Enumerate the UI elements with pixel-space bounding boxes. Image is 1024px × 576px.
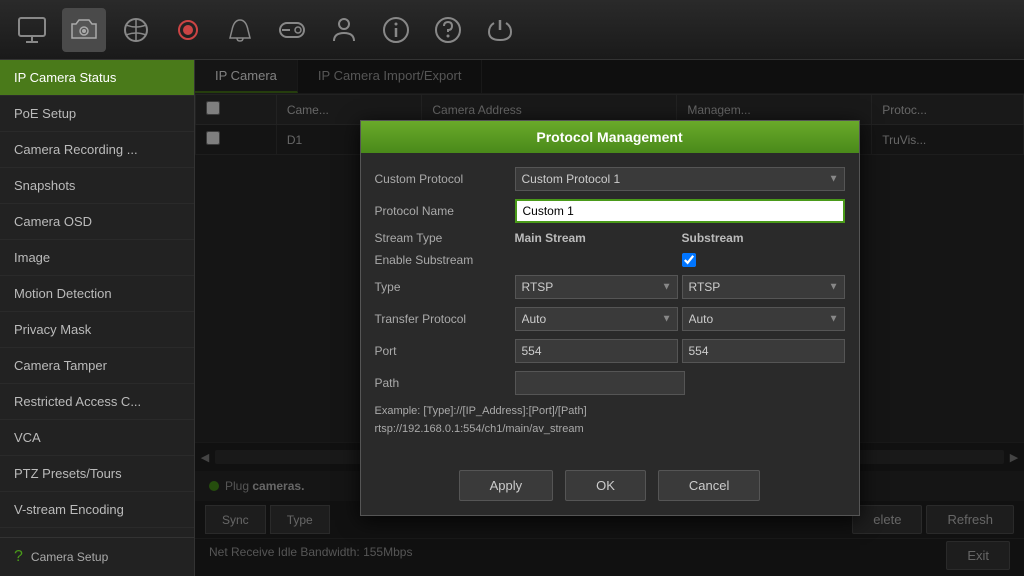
type-row: Type RTSP HTTP RTSP [375, 275, 845, 299]
custom-protocol-label: Custom Protocol [375, 172, 515, 186]
path-label: Path [375, 376, 515, 390]
content-area: IP Camera IP Camera Import/Export Came..… [195, 60, 1024, 576]
port-main-input[interactable] [515, 339, 678, 363]
example-text: Example: [Type]://[IP_Address]:[Port]/[P… [375, 403, 845, 438]
record-icon[interactable] [166, 8, 210, 52]
type-sub-select[interactable]: RTSP HTTP [682, 275, 845, 299]
transfer-protocol-label: Transfer Protocol [375, 312, 515, 326]
sidebar-item-restricted-access[interactable]: Restricted Access C... [0, 384, 194, 420]
custom-protocol-field: Custom Protocol 1 Custom Protocol 2 [515, 167, 845, 191]
alarm-icon[interactable] [218, 8, 262, 52]
sidebar-item-camera-recording[interactable]: Camera Recording ... [0, 132, 194, 168]
enable-substream-checkbox[interactable] [682, 253, 696, 267]
enable-substream-main-spacer [515, 253, 678, 267]
dialog-buttons: Apply OK Cancel [361, 460, 859, 515]
enable-substream-label: Enable Substream [375, 253, 515, 267]
protocol-management-dialog: Protocol Management Custom Protocol Cust… [360, 120, 860, 516]
transfer-main-select[interactable]: Auto TCP UDP [515, 307, 678, 331]
question-circle-icon: ? [14, 548, 23, 566]
person-icon[interactable] [322, 8, 366, 52]
sidebar-item-camera-tamper[interactable]: Camera Tamper [0, 348, 194, 384]
ok-button[interactable]: OK [565, 470, 646, 501]
port-sub-input[interactable] [682, 339, 845, 363]
enable-substream-checkbox-cell [678, 253, 845, 267]
top-toolbar [0, 0, 1024, 60]
sidebar-bottom: ? Camera Setup [0, 537, 194, 576]
substream-header: Substream [678, 231, 845, 245]
protocol-name-input[interactable] [515, 199, 845, 223]
sidebar-item-motion-detection[interactable]: Motion Detection [0, 276, 194, 312]
hdd-icon[interactable] [270, 8, 314, 52]
port-row: Port [375, 339, 845, 363]
path-row: Path [375, 371, 845, 395]
dialog-body: Custom Protocol Custom Protocol 1 Custom… [361, 153, 859, 460]
sidebar-item-ip-camera-status[interactable]: IP Camera Status [0, 60, 194, 96]
power-icon[interactable] [478, 8, 522, 52]
info-icon[interactable] [374, 8, 418, 52]
network-icon[interactable] [114, 8, 158, 52]
sidebar: IP Camera Status PoE Setup Camera Record… [0, 60, 195, 576]
question-icon[interactable] [426, 8, 470, 52]
sidebar-item-ptz-presets[interactable]: PTZ Presets/Tours [0, 456, 194, 492]
main-layout: IP Camera Status PoE Setup Camera Record… [0, 60, 1024, 576]
stream-type-row: Stream Type Main Stream Substream [375, 231, 845, 245]
stream-type-label: Stream Type [375, 231, 515, 245]
sidebar-item-camera-osd[interactable]: Camera OSD [0, 204, 194, 240]
sidebar-item-privacy-mask[interactable]: Privacy Mask [0, 312, 194, 348]
monitor-icon[interactable] [10, 8, 54, 52]
sidebar-item-vstream-encoding[interactable]: V-stream Encoding [0, 492, 194, 528]
sidebar-item-vca[interactable]: VCA [0, 420, 194, 456]
type-label: Type [375, 280, 515, 294]
transfer-protocol-row: Transfer Protocol Auto TCP UDP [375, 307, 845, 331]
main-stream-header: Main Stream [515, 231, 678, 245]
custom-protocol-row: Custom Protocol Custom Protocol 1 Custom… [375, 167, 845, 191]
sidebar-item-snapshots[interactable]: Snapshots [0, 168, 194, 204]
custom-protocol-select[interactable]: Custom Protocol 1 Custom Protocol 2 [515, 167, 845, 191]
port-label: Port [375, 344, 515, 358]
protocol-name-label: Protocol Name [375, 204, 515, 218]
type-main-select[interactable]: RTSP HTTP [515, 275, 678, 299]
apply-button[interactable]: Apply [459, 470, 554, 501]
path-main-input[interactable] [515, 371, 685, 395]
dialog-overlay: Protocol Management Custom Protocol Cust… [195, 60, 1024, 576]
enable-substream-row: Enable Substream [375, 253, 845, 267]
cancel-button[interactable]: Cancel [658, 470, 760, 501]
sidebar-item-image[interactable]: Image [0, 240, 194, 276]
protocol-name-row: Protocol Name [375, 199, 845, 223]
camera-icon[interactable] [62, 8, 106, 52]
sidebar-item-poe-setup[interactable]: PoE Setup [0, 96, 194, 132]
path-sub-spacer [689, 371, 845, 395]
protocol-name-field [515, 199, 845, 223]
dialog-title: Protocol Management [361, 121, 859, 153]
camera-setup-label: Camera Setup [31, 550, 108, 564]
transfer-sub-select[interactable]: Auto TCP UDP [682, 307, 845, 331]
